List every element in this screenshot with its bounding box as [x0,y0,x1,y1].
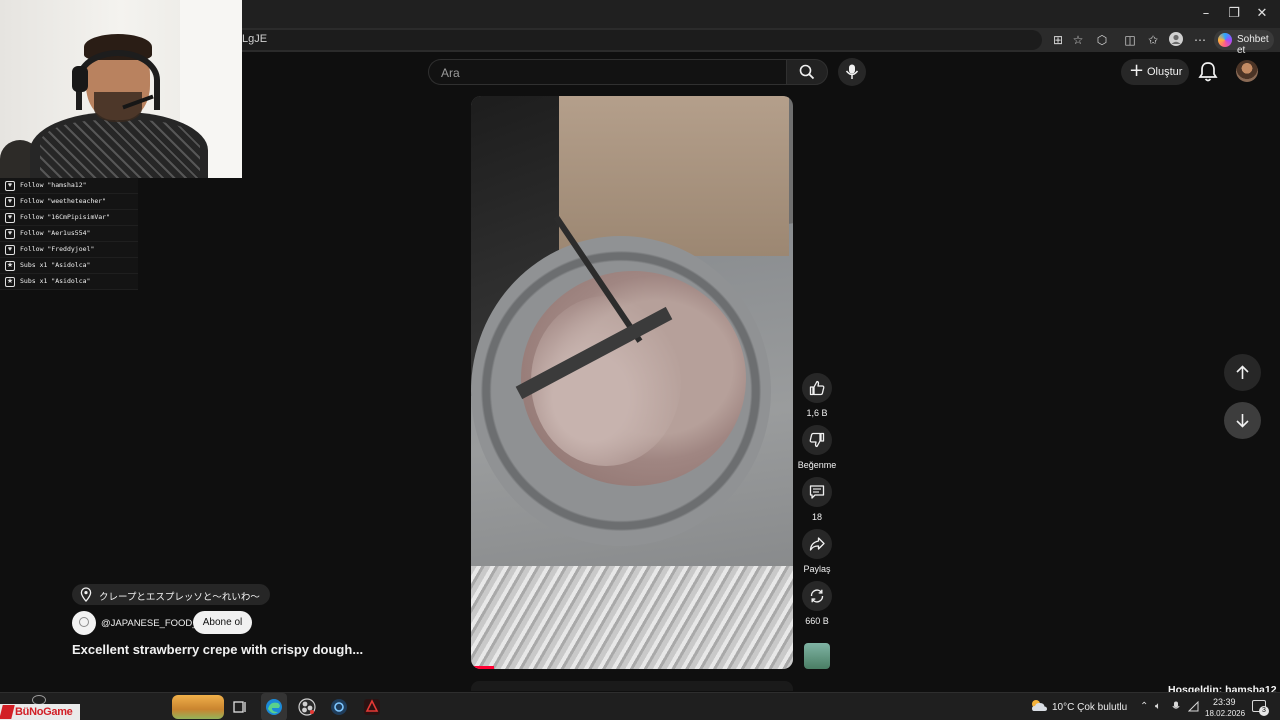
clock-time[interactable]: 23:39 [1213,697,1236,707]
extensions-icon[interactable]: ⬡ [1094,32,1110,48]
arrow-down-icon [1236,414,1249,428]
star-icon: ★ [5,261,15,271]
share-label: Paylaş [803,564,831,574]
arrow-up-icon [1236,365,1249,379]
account-avatar[interactable] [1236,60,1258,82]
notifications-button[interactable] [1198,61,1218,83]
microphone-icon [845,64,859,79]
alert-row: ♥ Follow "16CmPipisimVar" [0,210,138,226]
dislike-button[interactable] [802,425,832,455]
notification-badge: 3 [1259,706,1269,716]
app-available-icon[interactable]: ⊞ [1050,32,1066,48]
channel-avatar[interactable] [72,611,96,635]
next-short-preview [471,681,793,691]
search-button[interactable] [786,59,828,85]
thumbs-down-icon [809,432,825,448]
like-count: 1,6 B [806,408,828,418]
alert-text: Follow "hamsha12" [20,181,87,189]
alert-row: ♥ Follow "weetheteacher" [0,194,138,210]
clock-date[interactable]: 18.02.2026 [1205,709,1245,718]
alert-text: Follow "weetheteacher" [20,197,107,205]
heart-icon: ♥ [5,181,15,191]
comment-icon [809,485,825,499]
heart-icon: ♥ [5,213,15,223]
voice-search-button[interactable] [838,58,866,86]
previous-short-button[interactable] [1224,354,1261,391]
alert-text: Follow "Freddyjoel" [20,245,95,253]
copilot-label: Sohbet et [1237,34,1269,56]
windows-taskbar: BüNoGame 10°C Çok bulutlu ⌃ 🔈︎ 23:39 18.… [0,692,1280,720]
alert-text: Subs x1 "Asidolca" [20,261,91,269]
thumbs-up-icon [809,380,825,396]
dislike-label: Beğenme [797,460,837,470]
remix-icon [810,589,824,603]
location-text: クレープとエスプレッソと〜れいわ〜 [99,592,260,603]
heart-icon: ♥ [5,197,15,207]
search-icon [799,64,815,80]
stream-brand-logo: BüNoGame [0,704,80,720]
like-button[interactable] [802,373,832,403]
heart-icon: ♥ [5,245,15,255]
app-icon[interactable] [329,697,349,717]
alert-text: Follow "Aer1us554" [20,229,91,237]
share-icon [809,537,825,551]
url-text: LgJE [242,33,268,45]
game-app-icon[interactable] [362,697,382,717]
channel-name[interactable]: @JAPANESE_FOOD_ [101,618,198,629]
profile-icon[interactable] [1168,32,1184,48]
sound-thumbnail[interactable] [804,643,830,669]
copilot-button[interactable]: Sohbet et [1214,30,1274,56]
alert-text: Subs x1 "Asidolca" [20,277,91,285]
alert-row: ★ Subs x1 "Asidolca" [0,258,138,274]
bell-icon [1198,62,1218,82]
widgets-button[interactable] [172,695,224,719]
address-bar[interactable]: LgJE [232,30,1042,50]
task-view-icon[interactable] [230,697,250,717]
next-short-button[interactable] [1224,402,1261,439]
copilot-icon [1218,33,1232,47]
stream-alert-list: ♥ Follow "hamsha12" ♥ Follow "weetheteache… [0,178,138,290]
alert-row: ♥ Follow "Aer1us554" [0,226,138,242]
cloudy-weather-icon [1032,700,1047,711]
minimize-button[interactable]: – [1192,4,1220,24]
edge-browser-icon[interactable] [264,697,284,717]
split-screen-icon[interactable]: ◫ [1122,32,1138,48]
location-pin-icon [80,587,92,602]
comments-button[interactable] [802,477,832,507]
alert-row: ♥ Follow "Freddyjoel" [0,242,138,258]
search-placeholder: Ara [441,66,460,80]
search-input[interactable]: Ara [428,59,786,85]
more-menu-icon[interactable]: ⋯ [1192,32,1208,48]
webcam-overlay [0,0,242,178]
create-label: Oluştur [1147,66,1183,78]
microphone-tray-icon[interactable] [1172,701,1180,716]
subscribe-button[interactable]: Abone ol [193,611,252,634]
star-icon: ★ [5,277,15,287]
location-tag[interactable]: クレープとエスプレッソと〜れいわ〜 [72,584,270,605]
create-button[interactable]: + Oluştur [1121,59,1189,85]
maximize-button[interactable]: ❐ [1220,4,1248,24]
share-button[interactable] [802,529,832,559]
remix-button[interactable] [802,581,832,611]
video-progress-bar[interactable] [471,666,494,669]
alert-row: ★ Subs x1 "Asidolca" [0,274,138,290]
favorites-icon[interactable]: ✩ [1145,32,1161,48]
comment-count: 18 [811,512,822,522]
favorite-star-icon[interactable]: ☆ [1070,32,1086,48]
heart-icon: ♥ [5,229,15,239]
network-icon[interactable] [1187,700,1199,716]
remix-count: 660 B [805,616,829,626]
brand-name: BüNoGame [15,706,73,718]
speaker-icon[interactable]: 🔈︎ [1155,701,1161,713]
shorts-video-player[interactable] [471,96,793,669]
short-title[interactable]: Excellent strawberry crepe with crispy d… [72,642,363,657]
chevron-up-icon[interactable]: ⌃ [1140,701,1148,713]
plus-icon: + [1129,60,1145,81]
weather-text[interactable]: 10°C Çok bulutlu [1052,702,1127,713]
alert-row: ♥ Follow "hamsha12" [0,178,138,194]
obs-icon[interactable] [297,697,317,717]
alert-text: Follow "16CmPipisimVar" [20,213,111,221]
close-button[interactable]: ✕ [1248,4,1276,24]
